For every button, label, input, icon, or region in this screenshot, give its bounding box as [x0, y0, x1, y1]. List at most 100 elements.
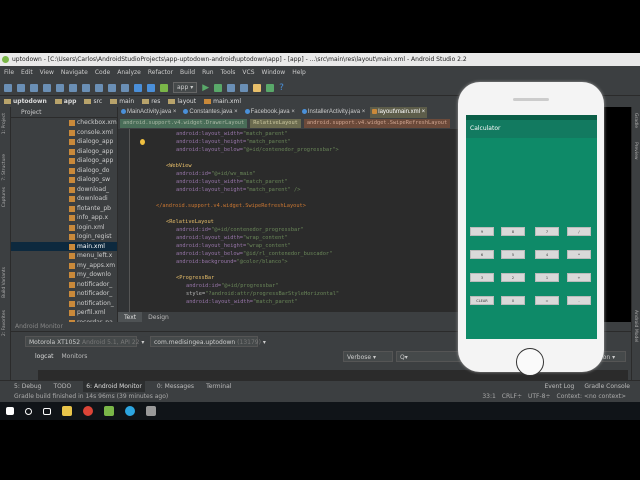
android-monitor-tool-button[interactable]: 6: Android Monitor — [83, 381, 145, 392]
file-item[interactable]: main.xml — [11, 241, 117, 251]
stop-icon[interactable] — [240, 83, 249, 92]
run-config-select[interactable]: app ▾ — [173, 82, 198, 93]
gradle-tool-button[interactable]: Gradle — [633, 113, 638, 128]
calc-button[interactable]: 2 — [501, 273, 525, 282]
logcat-search-input[interactable]: Q▾ — [396, 351, 466, 362]
file-item[interactable]: dialogo_do — [11, 166, 117, 176]
calc-button[interactable]: 4 — [535, 250, 559, 259]
menu-refactor[interactable]: Refactor — [148, 66, 173, 80]
calc-button[interactable]: 6 — [470, 250, 494, 259]
file-item[interactable]: notification_ — [11, 299, 117, 309]
tab-constantes[interactable]: Constantes.java × — [181, 107, 239, 118]
chrome-icon[interactable] — [83, 406, 93, 416]
replace-icon[interactable] — [121, 83, 129, 92]
path-relative-layout[interactable]: RelativeLayout — [250, 119, 301, 128]
make-icon[interactable] — [160, 83, 168, 92]
file-item[interactable]: dialogo_app — [11, 147, 117, 157]
device-select[interactable]: Motorola XT1052 Android 5.1, API 22 ▾ — [25, 336, 144, 347]
crumb-main-xml[interactable]: main.xml — [204, 96, 241, 107]
android-model-tool-button[interactable]: Android Model — [633, 310, 638, 342]
run-icon[interactable]: ▶ — [202, 83, 209, 93]
crumb-main[interactable]: main — [110, 96, 134, 107]
crumb-app[interactable]: app — [54, 96, 76, 107]
gradle-console-button[interactable]: Gradle Console — [584, 381, 630, 392]
find-icon[interactable] — [108, 83, 116, 92]
crumb-res[interactable]: res — [142, 96, 160, 107]
file-item[interactable]: dialogo_app — [11, 137, 117, 147]
path-drawer-layout[interactable]: android.support.v4.widget.DrawerLayout — [120, 119, 248, 128]
todo-tool-button[interactable]: TODO — [53, 381, 71, 392]
calc-button[interactable]: CLEAR — [470, 296, 494, 305]
tab-main-activity[interactable]: MainActivity.java × — [119, 107, 178, 118]
menu-build[interactable]: Build — [180, 66, 195, 80]
file-item[interactable]: menu_left.x — [11, 251, 117, 261]
menu-view[interactable]: View — [40, 66, 54, 80]
copy-icon[interactable] — [82, 83, 90, 92]
search-icon[interactable] — [25, 407, 32, 415]
calc-button[interactable]: 7 — [535, 227, 559, 236]
terminal-tool-button[interactable]: Terminal — [206, 381, 231, 392]
menu-analyze[interactable]: Analyze — [117, 66, 141, 80]
code-editor[interactable]: android.support.v4.widget.DrawerLayout R… — [118, 118, 460, 312]
file-item[interactable]: dialogo_sw — [11, 175, 117, 185]
file-item[interactable]: info_app.x — [11, 213, 117, 223]
file-item[interactable]: notificador_ — [11, 280, 117, 290]
menu-navigate[interactable]: Navigate — [61, 66, 88, 80]
file-item[interactable]: checkbox.xml — [11, 118, 117, 128]
debug-tool-button[interactable]: 5: Debug — [14, 381, 41, 392]
menu-vcs[interactable]: VCS — [242, 66, 254, 80]
save-icon[interactable] — [17, 83, 25, 92]
app-icon[interactable] — [146, 406, 156, 416]
windows-start-icon[interactable] — [6, 407, 14, 415]
tab-logcat[interactable]: logcat — [35, 352, 53, 362]
cut-icon[interactable] — [69, 83, 77, 92]
project-tool-button[interactable]: 1: Project — [2, 113, 7, 134]
redo-icon[interactable] — [56, 83, 64, 92]
crumb-uptodown[interactable]: uptodown — [4, 96, 47, 107]
file-item[interactable]: download_ — [11, 185, 117, 195]
menu-code[interactable]: Code — [95, 66, 110, 80]
calc-button[interactable]: + — [567, 273, 591, 282]
calc-button[interactable]: 8 — [501, 227, 525, 236]
calc-button[interactable]: 1 — [535, 273, 559, 282]
caret-position[interactable]: 33:1 — [482, 392, 495, 402]
paste-icon[interactable] — [95, 83, 103, 92]
open-icon[interactable] — [4, 83, 12, 92]
calc-button[interactable]: 9 — [470, 227, 494, 236]
crumb-layout[interactable]: layout — [168, 96, 196, 107]
file-item[interactable]: flotante_pb — [11, 204, 117, 214]
attach-icon[interactable] — [227, 83, 236, 92]
crumb-src[interactable]: src — [84, 96, 102, 107]
build-variants-tool-button[interactable]: Build Variants — [2, 267, 7, 298]
preview-tool-button[interactable]: Preview — [633, 142, 638, 160]
line-separator[interactable]: CRLF÷ — [502, 392, 522, 402]
menu-help[interactable]: Help — [292, 66, 306, 80]
file-explorer-icon[interactable] — [62, 406, 72, 416]
file-item[interactable]: my_downlo — [11, 270, 117, 280]
favorites-tool-button[interactable]: 2: Favorites — [2, 310, 7, 336]
undo-icon[interactable] — [43, 83, 51, 92]
android-studio-icon[interactable] — [104, 406, 114, 416]
calc-button[interactable]: 0 — [501, 296, 525, 305]
file-encoding[interactable]: UTF-8÷ — [528, 392, 551, 402]
debug-icon[interactable] — [214, 83, 223, 92]
sdk-manager-icon[interactable] — [253, 83, 262, 92]
file-item[interactable]: console.xml — [11, 128, 117, 138]
back-icon[interactable] — [134, 83, 142, 92]
task-view-icon[interactable] — [43, 407, 51, 415]
menu-window[interactable]: Window — [262, 66, 286, 80]
calc-button[interactable]: - — [567, 296, 591, 305]
help-icon[interactable]: ? — [279, 83, 284, 93]
tab-installer-activity[interactable]: InstallerActivity.java × — [300, 107, 367, 118]
menu-file[interactable]: File — [4, 66, 14, 80]
menu-tools[interactable]: Tools — [221, 66, 236, 80]
home-button[interactable] — [516, 348, 544, 376]
menu-run[interactable]: Run — [202, 66, 214, 80]
file-item[interactable]: perfil.xml — [11, 308, 117, 318]
calc-button[interactable]: / — [567, 227, 591, 236]
tab-main-xml[interactable]: layout\main.xml × — [370, 107, 428, 118]
structure-tool-button[interactable]: 7: Structure — [2, 154, 7, 181]
context-indicator[interactable]: Context: <no context> — [557, 392, 626, 402]
sync-icon[interactable] — [30, 83, 38, 92]
path-swipe-refresh-layout[interactable]: android.support.v4.widget.SwipeRefreshLa… — [303, 119, 451, 128]
